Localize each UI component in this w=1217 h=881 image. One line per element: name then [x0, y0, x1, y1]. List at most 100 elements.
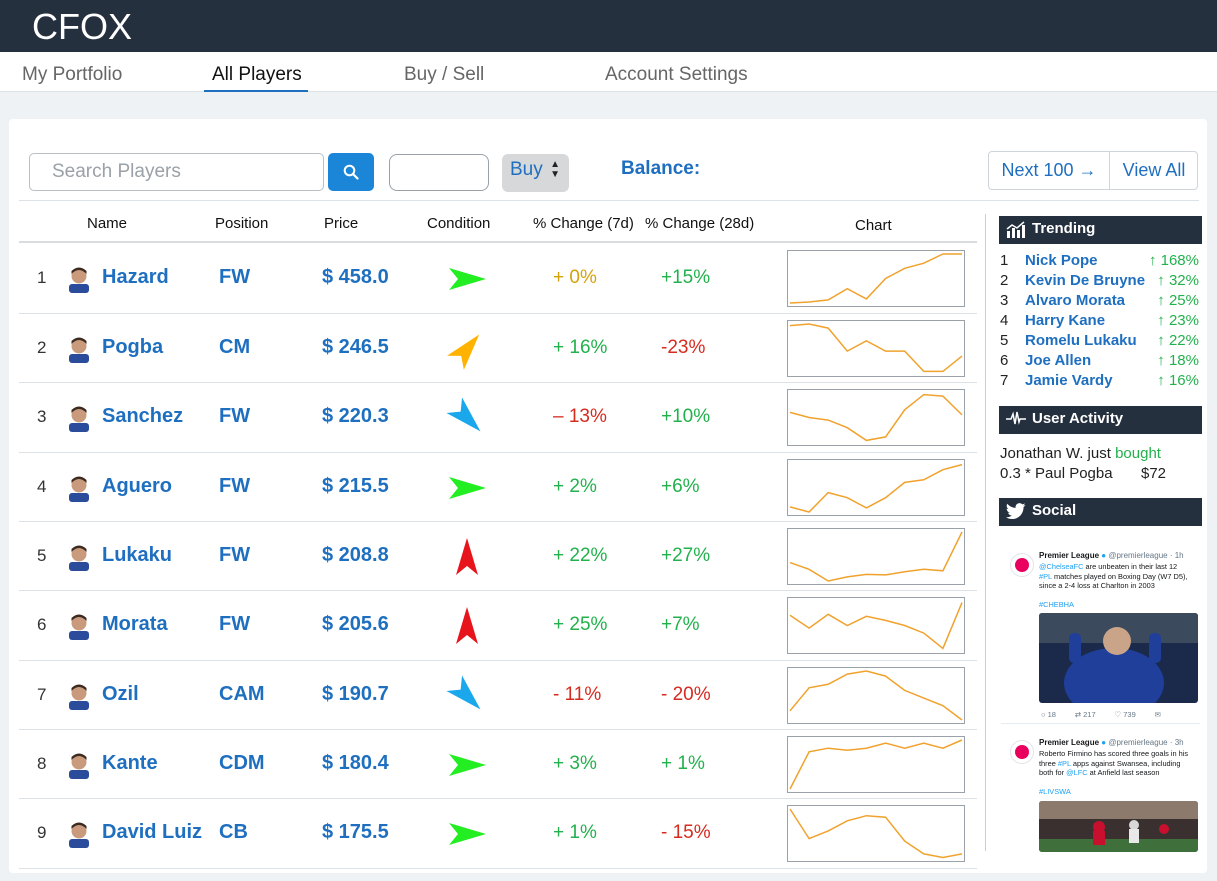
tweet-author[interactable]: Premier League: [1039, 551, 1099, 560]
player-name-link[interactable]: Sanchez: [102, 405, 183, 428]
table-row[interactable]: 9 David Luiz CB $ 175.5 + 1% - 15%: [19, 799, 977, 869]
tweet-hashtag[interactable]: #LIVSWA: [1039, 787, 1071, 796]
trending-item[interactable]: 5 Romelu Lukaku ↑ 22%: [1000, 332, 1210, 352]
tweet-author[interactable]: Premier League: [1039, 738, 1099, 747]
trending-player-link[interactable]: Alvaro Morata: [1025, 292, 1125, 309]
tab-account-settings[interactable]: Account Settings: [605, 64, 748, 86]
price-sparkline[interactable]: [787, 736, 965, 793]
reply-icon[interactable]: ○: [1041, 710, 1046, 719]
price-sparkline[interactable]: [787, 389, 965, 446]
player-position: FW: [219, 266, 251, 288]
player-name-link[interactable]: David Luiz: [102, 821, 202, 844]
tweet-hashtag-inline[interactable]: #PL: [1039, 572, 1052, 581]
app-logo[interactable]: CFOX: [32, 6, 132, 48]
player-position: FW: [219, 405, 251, 427]
player-price: $ 175.5: [322, 821, 389, 843]
player-name-link[interactable]: Lukaku: [102, 544, 172, 567]
header-price[interactable]: Price: [324, 215, 358, 232]
table-row[interactable]: 6 Morata FW $ 205.6 + 25% +7%: [19, 591, 977, 661]
header-change-28d[interactable]: % Change (28d): [645, 215, 754, 232]
table-row[interactable]: 1 Hazard FW $ 458.0 + 0% +15%: [19, 244, 977, 314]
view-all-button[interactable]: View All: [1110, 152, 1198, 189]
player-position: CB: [219, 821, 248, 843]
trending-player-link[interactable]: Jamie Vardy: [1025, 372, 1113, 389]
tweet-card[interactable]: Premier League ● @premierleague · 3h Rob…: [1001, 731, 1200, 852]
price-trend-line: [789, 808, 963, 859]
tweet-image[interactable]: [1039, 613, 1198, 703]
table-row[interactable]: 7 Ozil CAM $ 190.7 - 11% - 20%: [19, 661, 977, 730]
trending-change: ↑ 22%: [1157, 332, 1199, 349]
tweet-mention[interactable]: @LFC: [1066, 768, 1087, 777]
trending-item[interactable]: 3 Alvaro Morata ↑ 25%: [1000, 292, 1210, 312]
trending-player-link[interactable]: Nick Pope: [1025, 252, 1098, 269]
player-name-link[interactable]: Hazard: [102, 266, 169, 289]
trending-item[interactable]: 1 Nick Pope ↑ 168%: [1000, 252, 1210, 272]
tweet-mention[interactable]: @ChelseaFC: [1039, 562, 1083, 571]
change-7d: + 22%: [553, 545, 608, 566]
price-sparkline[interactable]: [787, 805, 965, 862]
header-position[interactable]: Position: [215, 215, 268, 232]
header-name[interactable]: Name: [87, 215, 127, 232]
trending-item[interactable]: 4 Harry Kane ↑ 23%: [1000, 312, 1210, 332]
player-name-link[interactable]: Pogba: [102, 336, 163, 359]
next-100-button[interactable]: Next 100 →: [989, 152, 1110, 189]
trending-item[interactable]: 6 Joe Allen ↑ 18%: [1000, 352, 1210, 372]
trending-player-link[interactable]: Joe Allen: [1025, 352, 1091, 369]
table-row[interactable]: 5 Lukaku FW $ 208.8 + 22% +27%: [19, 522, 977, 591]
tweet-card[interactable]: Premier League ● @premierleague · 1h @Ch…: [1001, 544, 1200, 724]
player-name-link[interactable]: Ozil: [102, 683, 139, 706]
player-name-link[interactable]: Morata: [102, 613, 168, 636]
tweet-hashtag[interactable]: #CHEBHA: [1039, 600, 1074, 609]
tweet-image[interactable]: [1039, 801, 1198, 852]
condition-down-right-arrow-icon: [446, 397, 481, 432]
condition-indicator: [439, 604, 495, 648]
price-sparkline[interactable]: [787, 459, 965, 516]
row-rank: 9: [37, 823, 47, 842]
price-sparkline[interactable]: [787, 320, 965, 377]
player-name-link[interactable]: Kante: [102, 752, 158, 775]
trending-change: ↑ 23%: [1157, 312, 1199, 329]
tweet-avatar[interactable]: [1010, 553, 1034, 577]
row-rank: 7: [37, 685, 47, 704]
tweet-hashtag-inline[interactable]: #PL: [1058, 759, 1071, 768]
tab-all-players[interactable]: All Players: [204, 64, 308, 92]
quantity-input[interactable]: [389, 154, 489, 191]
price-sparkline[interactable]: [787, 250, 965, 307]
table-row[interactable]: 3 Sanchez FW $ 220.3 – 13% +10%: [19, 383, 977, 453]
table-row[interactable]: 8 Kante CDM $ 180.4 + 3% + 1%: [19, 730, 977, 799]
trending-player-link[interactable]: Kevin De Bruyne: [1025, 272, 1145, 289]
player-position: FW: [219, 544, 251, 566]
trending-player-link[interactable]: Romelu Lukaku: [1025, 332, 1137, 349]
trending-item[interactable]: 7 Jamie Vardy ↑ 16%: [1000, 372, 1210, 392]
top-bar: CFOX: [0, 0, 1217, 52]
price-sparkline[interactable]: [787, 597, 965, 654]
tweet-text-part: matches played on Boxing Day (W7 D5), si…: [1039, 571, 1188, 591]
message-icon[interactable]: ✉: [1155, 710, 1161, 719]
like-icon[interactable]: ♡: [1114, 710, 1121, 719]
player-name-link[interactable]: Aguero: [102, 475, 172, 498]
player-price: $ 220.3: [322, 405, 389, 427]
tab-buy-sell[interactable]: Buy / Sell: [404, 64, 484, 86]
retweet-icon[interactable]: ⇄: [1075, 710, 1081, 719]
tweet-avatar[interactable]: [1010, 740, 1034, 764]
table-row[interactable]: 2 Pogba CM $ 246.5 + 16% -23%: [19, 314, 977, 383]
tab-my-portfolio[interactable]: My Portfolio: [22, 64, 122, 86]
tweet-stats: ○ 18 ⇄ 217 ♡ 739 ✉: [1041, 710, 1161, 719]
tweet-handle: @premierleague · 3h: [1108, 738, 1184, 747]
player-price: $ 246.5: [322, 336, 389, 358]
action-select[interactable]: Buy ▲ ▼: [502, 154, 569, 192]
change-7d: – 13%: [553, 406, 607, 427]
trending-item[interactable]: 2 Kevin De Bruyne ↑ 32%: [1000, 272, 1210, 292]
change-7d: + 25%: [553, 614, 608, 635]
price-sparkline[interactable]: [787, 667, 965, 724]
header-condition[interactable]: Condition: [427, 215, 490, 232]
trending-player-link[interactable]: Harry Kane: [1025, 312, 1105, 329]
price-sparkline[interactable]: [787, 528, 965, 585]
search-button[interactable]: [328, 153, 374, 191]
header-change-7d[interactable]: % Change (7d): [533, 215, 634, 232]
search-input[interactable]: [29, 153, 324, 191]
verified-icon: ●: [1101, 551, 1107, 560]
change-28d: +7%: [661, 614, 700, 635]
table-row[interactable]: 4 Aguero FW $ 215.5 + 2% +6%: [19, 453, 977, 522]
retweet-count: 217: [1083, 710, 1096, 719]
